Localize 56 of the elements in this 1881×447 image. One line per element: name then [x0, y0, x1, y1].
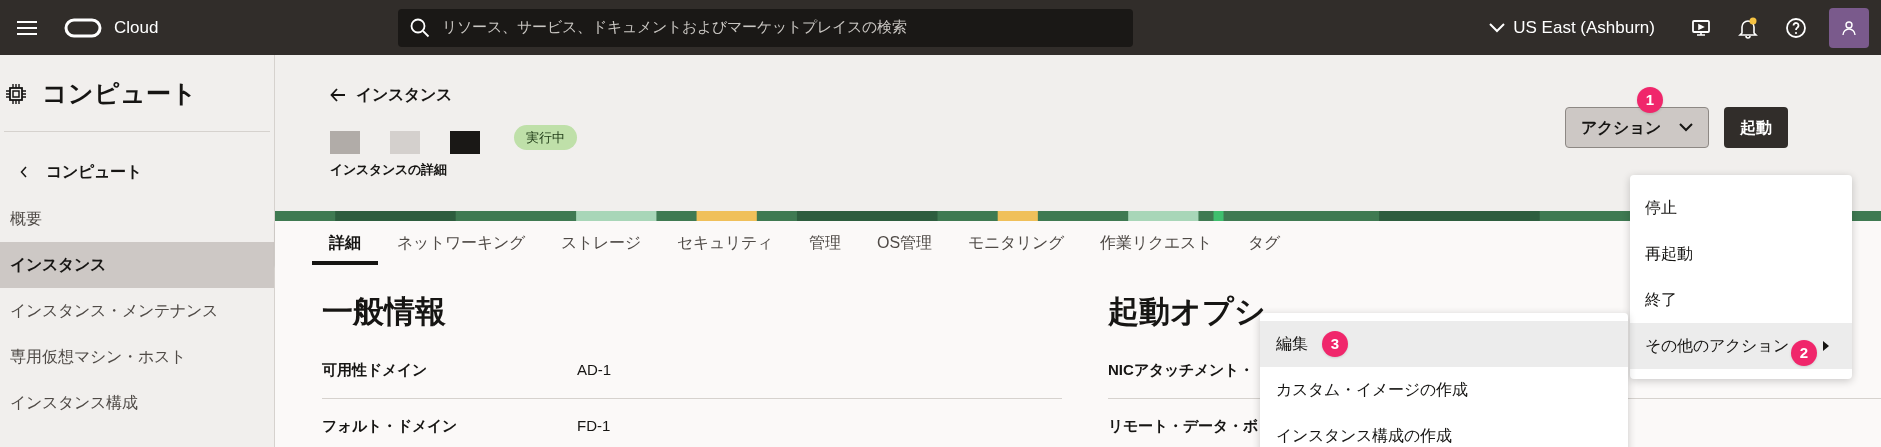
back-link[interactable]: インスタンス	[330, 83, 577, 107]
sidebar-item[interactable]: インスタンス・メンテナンス	[0, 288, 274, 334]
tab[interactable]: 管理	[792, 221, 858, 265]
menu-item[interactable]: その他のアクション 2	[1630, 323, 1852, 369]
menu-item[interactable]: 終了	[1630, 277, 1852, 323]
start-button[interactable]: 起動	[1724, 107, 1788, 148]
actions-dropdown-button[interactable]: アクション	[1565, 107, 1709, 148]
menu-item[interactable]: 編集 3	[1260, 321, 1628, 367]
brand-name: Cloud	[114, 16, 159, 39]
chevron-down-icon	[1679, 123, 1693, 132]
menu-item[interactable]: カスタム・イメージの作成	[1260, 367, 1628, 413]
field-label: リモート・データ・ボ	[1108, 415, 1258, 436]
search-field[interactable]: リソース、サービス、ドキュメントおよびマーケットプレイスの検索	[398, 8, 1134, 47]
tab[interactable]: モニタリング	[951, 221, 1082, 265]
sidebar-item[interactable]: インスタンス構成	[0, 380, 274, 426]
redacted-block	[330, 131, 360, 154]
menu-item[interactable]: 停止	[1630, 185, 1852, 231]
menu-item[interactable]: 再起動	[1630, 231, 1852, 277]
region-selector[interactable]: US East (Ashburn)	[1489, 14, 1655, 41]
menu-item[interactable]: インスタンス構成の作成	[1260, 413, 1628, 447]
chip-icon	[6, 84, 26, 104]
tab[interactable]: セキュリティ	[660, 221, 790, 265]
step-number-badge: 1	[1637, 87, 1663, 113]
arrow-left-icon	[330, 88, 346, 102]
field-label: フォルト・ドメイン	[322, 415, 458, 436]
chevron-down-icon	[1489, 22, 1506, 33]
submenu-arrow-icon	[1823, 341, 1829, 351]
help-icon[interactable]	[1785, 16, 1807, 39]
search-input[interactable]: リソース、サービス、ドキュメントおよびマーケットプレイスの検索	[442, 16, 1122, 39]
avatar-icon[interactable]	[1829, 7, 1869, 48]
field-value: FD-1	[577, 415, 611, 436]
chevron-left-icon	[20, 166, 28, 178]
sidebar-item[interactable]: インスタンス	[0, 242, 274, 288]
tab[interactable]: OS管理	[860, 221, 950, 265]
tab[interactable]: 作業リクエスト	[1083, 221, 1230, 265]
page-subtitle: インスタンスの詳細	[330, 161, 448, 179]
sidebar-item[interactable]: 概要	[0, 196, 274, 242]
tab[interactable]: タグ	[1231, 221, 1298, 265]
sidebar-title: コンピュート	[42, 78, 197, 110]
status-badge: 実行中	[514, 124, 577, 151]
field-label: 可用性ドメイン	[322, 360, 428, 381]
field-value: AD-1	[577, 360, 612, 381]
search-icon	[410, 17, 431, 38]
step-number-badge: 3	[1322, 331, 1348, 357]
monitor-icon[interactable]	[1691, 17, 1711, 38]
tab[interactable]: ストレージ	[544, 221, 658, 265]
section-heading: 一般情報	[322, 293, 446, 331]
oracle-logo-icon	[64, 17, 102, 38]
bell-icon[interactable]	[1737, 16, 1759, 39]
step-number-badge: 2	[1791, 340, 1817, 366]
sidebar-back-link[interactable]: コンピュート	[0, 150, 142, 194]
sidebar-item[interactable]: 専用仮想マシン・ホスト	[0, 334, 274, 380]
redacted-block	[390, 131, 420, 154]
tab[interactable]: ネットワーキング	[380, 221, 542, 265]
redacted-block	[450, 131, 480, 154]
field-label: NICアタッチメント・	[1108, 360, 1254, 381]
